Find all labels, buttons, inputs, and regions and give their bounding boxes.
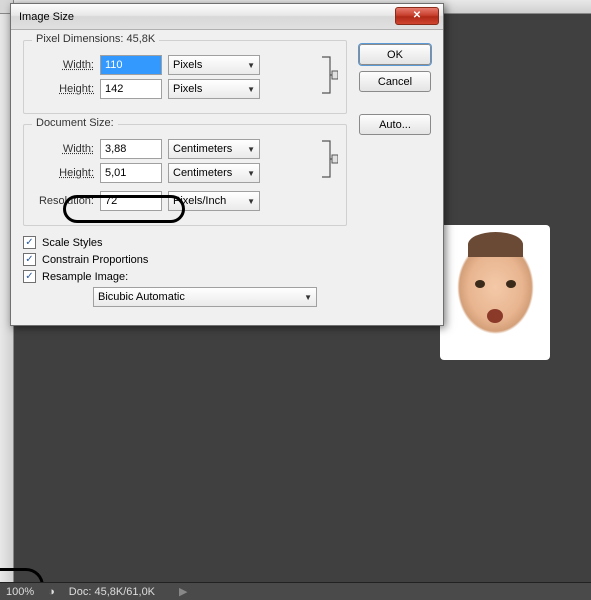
- status-bar: 100% ◑ Doc: 45,8K/61,0K ▶: [0, 582, 591, 600]
- pd-height-input[interactable]: [100, 79, 162, 99]
- close-icon[interactable]: [395, 7, 439, 25]
- pd-width-label: Width:: [32, 59, 94, 71]
- pd-height-unit-select[interactable]: Pixels▼: [168, 79, 260, 99]
- chevron-down-icon: ▼: [304, 293, 312, 302]
- ok-button[interactable]: OK: [359, 44, 431, 65]
- ds-resolution-label: Resolution:: [32, 195, 94, 207]
- chevron-down-icon: ▼: [247, 61, 255, 70]
- zoom-level[interactable]: 100%: [6, 586, 34, 598]
- ds-height-input[interactable]: [100, 163, 162, 183]
- constrain-proportions-label: Constrain Proportions: [42, 254, 148, 266]
- document-canvas[interactable]: [440, 225, 550, 360]
- dialog-titlebar[interactable]: Image Size: [11, 4, 443, 30]
- pd-width-input[interactable]: [100, 55, 162, 75]
- chevron-down-icon: ▼: [247, 85, 255, 94]
- resample-image-label: Resample Image:: [42, 271, 128, 283]
- resample-image-checkbox[interactable]: [23, 270, 36, 283]
- status-arrow-icon[interactable]: ▶: [179, 585, 187, 598]
- auto-button[interactable]: Auto...: [359, 114, 431, 135]
- image-size-dialog: Image Size Pixel Dimensions: 45,8K Width…: [10, 3, 444, 326]
- ds-height-label: Height:: [32, 167, 94, 179]
- resample-method-select[interactable]: Bicubic Automatic▼: [93, 287, 317, 307]
- scale-styles-label: Scale Styles: [42, 237, 103, 249]
- document-size-group: Document Size: Width: Centimeters▼ Heigh…: [23, 124, 347, 226]
- pd-width-unit-select[interactable]: Pixels▼: [168, 55, 260, 75]
- dialog-title: Image Size: [19, 11, 74, 23]
- ds-width-unit-select[interactable]: Centimeters▼: [168, 139, 260, 159]
- constrain-link-icon[interactable]: [320, 135, 338, 183]
- chevron-down-icon: ▼: [247, 169, 255, 178]
- constrain-proportions-checkbox[interactable]: [23, 253, 36, 266]
- pixel-dimensions-group: Pixel Dimensions: 45,8K Width: Pixels▼ H…: [23, 40, 347, 114]
- info-icon[interactable]: ◑: [48, 586, 55, 598]
- baby-photo: [453, 240, 538, 345]
- chevron-down-icon: ▼: [247, 145, 255, 154]
- doc-size-status[interactable]: Doc: 45,8K/61,0K: [69, 586, 155, 598]
- cancel-button[interactable]: Cancel: [359, 71, 431, 92]
- ds-resolution-unit-select[interactable]: Pixels/Inch▼: [168, 191, 260, 211]
- pd-height-label: Height:: [32, 83, 94, 95]
- chevron-down-icon: ▼: [247, 197, 255, 206]
- ds-height-unit-select[interactable]: Centimeters▼: [168, 163, 260, 183]
- document-size-title: Document Size:: [32, 117, 118, 129]
- ds-width-input[interactable]: [100, 139, 162, 159]
- ds-resolution-input[interactable]: [100, 191, 162, 211]
- constrain-link-icon[interactable]: [320, 51, 338, 99]
- pixel-dimensions-title: Pixel Dimensions: 45,8K: [32, 33, 159, 45]
- ds-width-label: Width:: [32, 143, 94, 155]
- scale-styles-checkbox[interactable]: [23, 236, 36, 249]
